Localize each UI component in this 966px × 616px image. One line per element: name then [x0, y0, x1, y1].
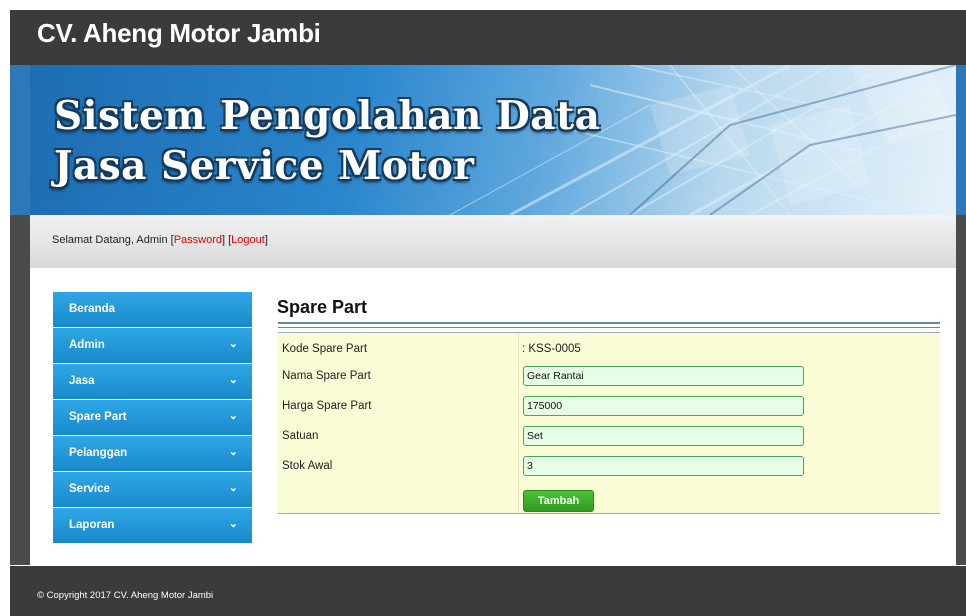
sidebar-item-beranda[interactable]: Beranda: [53, 292, 252, 327]
footer: © Copyright 2017 CV. Aheng Motor Jambi: [10, 566, 966, 616]
sidebar-item-label: Spare Part: [69, 411, 127, 423]
title-divider: [278, 327, 940, 328]
logout-link[interactable]: Logout: [231, 234, 265, 246]
satuan-field[interactable]: [523, 426, 804, 446]
content-left-strip: [10, 215, 30, 565]
sidebar-item-laporan[interactable]: Laporan ⌄: [53, 508, 252, 543]
chevron-down-icon: ⌄: [228, 338, 238, 350]
nama-field[interactable]: [523, 366, 804, 386]
sidebar-item-label: Laporan: [69, 519, 115, 531]
copyright-text: © Copyright 2017 CV. Aheng Motor Jambi: [37, 590, 214, 601]
chevron-down-icon: ⌄: [228, 518, 238, 530]
sidebar-item-spare-part[interactable]: Spare Part ⌄: [53, 400, 252, 435]
top-header: CV. Aheng Motor Jambi: [10, 10, 966, 65]
banner-title-line2: Jasa Service Motor: [54, 143, 475, 189]
sidebar-item-service[interactable]: Service ⌄: [53, 472, 252, 507]
spare-part-form: Kode Spare Part : KSS-0005 Nama Spare Pa…: [278, 332, 940, 514]
sidebar-item-admin[interactable]: Admin ⌄: [53, 328, 252, 363]
chevron-down-icon: ⌄: [228, 446, 238, 458]
sidebar-item-label: Service: [69, 483, 110, 495]
satuan-label: Satuan: [282, 430, 319, 442]
content-right-strip: [956, 215, 966, 565]
chevron-down-icon: ⌄: [228, 374, 238, 386]
harga-label: Harga Spare Part: [282, 400, 372, 412]
welcome-text: Selamat Datang, Admin [Password] [Logout…: [52, 234, 268, 246]
banner-right-strip: [956, 65, 966, 215]
nama-label: Nama Spare Part: [282, 370, 371, 382]
title-divider: [278, 322, 940, 324]
kode-value: : KSS-0005: [522, 343, 581, 355]
stok-label: Stok Awal: [282, 460, 333, 472]
page-title: Spare Part: [277, 297, 368, 317]
sidebar-item-jasa[interactable]: Jasa ⌄: [53, 364, 252, 399]
sidebar-item-label: Jasa: [69, 375, 95, 387]
sidebar-item-label: Pelanggan: [69, 447, 128, 459]
welcome-greeting: Selamat Datang, Admin: [52, 234, 171, 246]
sidebar-item-label: Admin: [69, 339, 105, 351]
site-title: CV. Aheng Motor Jambi: [37, 18, 321, 48]
stok-field[interactable]: [523, 456, 804, 476]
harga-field[interactable]: [523, 396, 804, 416]
sidebar-item-label: Beranda: [69, 303, 116, 315]
password-link[interactable]: Password: [174, 234, 222, 246]
chevron-down-icon: ⌄: [228, 410, 238, 422]
chevron-down-icon: ⌄: [228, 482, 238, 494]
header-banner: Sistem Pengolahan Data Jasa Service Moto…: [30, 65, 956, 215]
sidebar-item-pelanggan[interactable]: Pelanggan ⌄: [53, 436, 252, 471]
welcome-bar: Selamat Datang, Admin [Password] [Logout…: [30, 215, 956, 269]
sidebar-menu: Beranda Admin ⌄ Jasa ⌄ Spare Part ⌄ Pela…: [53, 292, 252, 544]
banner-left-strip: [10, 65, 30, 215]
banner-title: Sistem Pengolahan Data Jasa Service Moto…: [54, 91, 600, 191]
main-content: Beranda Admin ⌄ Jasa ⌄ Spare Part ⌄ Pela…: [30, 268, 956, 565]
tambah-button[interactable]: Tambah: [523, 490, 594, 512]
column-divider: [518, 333, 519, 513]
kode-label: Kode Spare Part: [282, 343, 368, 355]
banner-title-line1: Sistem Pengolahan Data: [54, 93, 601, 139]
